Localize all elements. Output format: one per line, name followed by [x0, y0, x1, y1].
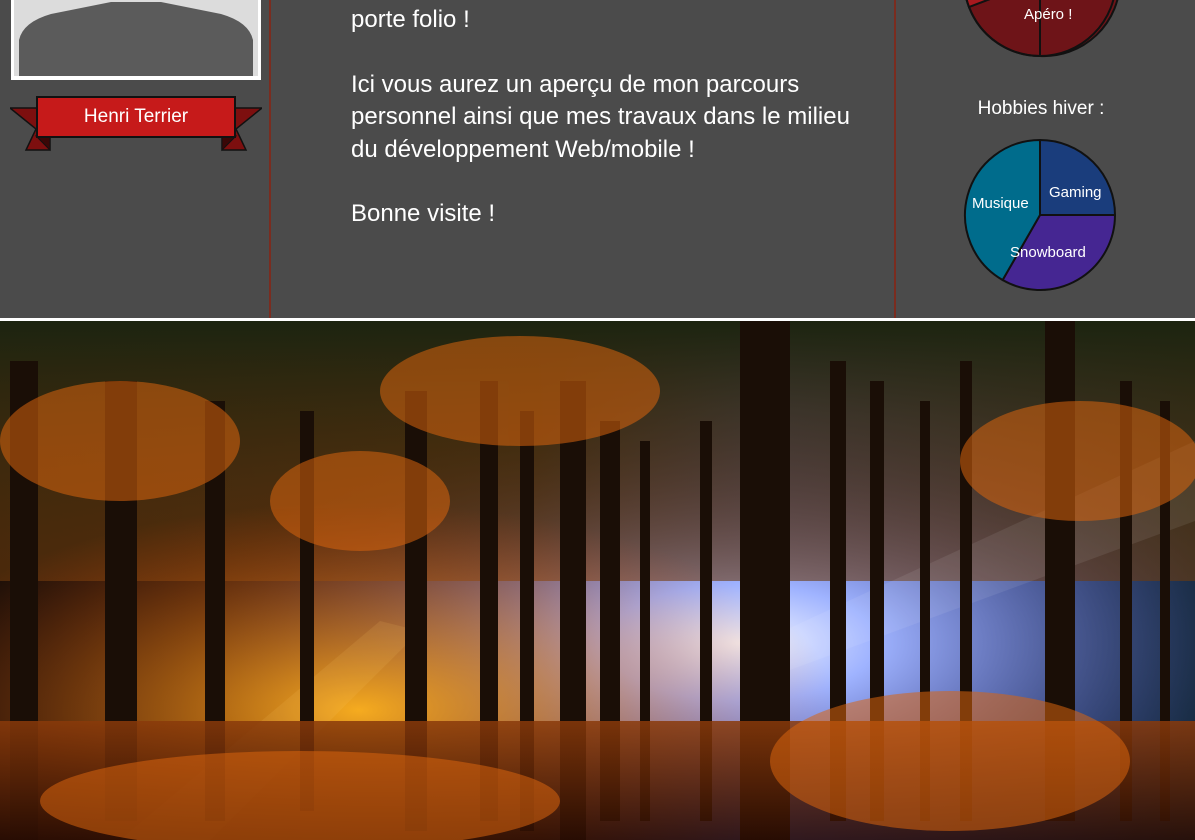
- profile-name: Henri Terrier: [83, 106, 189, 127]
- forest-background-image: [0, 321, 1195, 840]
- intro-column: porte folio ! Ici vous aurez un aperçu d…: [271, 0, 894, 318]
- avatar: [11, 0, 261, 80]
- pie-label-apero: Apéro !: [1024, 6, 1073, 23]
- pie-label-snowboard: Snowboard: [1010, 244, 1086, 261]
- hobbies-column: Apéro ! Hobbies hiver : Gaming Musique S…: [896, 0, 1195, 318]
- intro-closing: Bonne visite !: [351, 200, 496, 227]
- intro-text: porte folio ! Ici vous aurez un aperçu d…: [351, 4, 851, 231]
- intro-line-partial: porte folio !: [351, 6, 470, 33]
- pie-slice-gaming: [1039, 138, 1117, 216]
- intro-panel: Henri Terrier porte folio ! Ici vous aur…: [0, 0, 1195, 318]
- winter-hobbies-pie: [964, 138, 1117, 291]
- profile-column: Henri Terrier: [0, 0, 269, 318]
- pie-label-gaming: Gaming: [1049, 184, 1102, 201]
- pie-label-musique: Musique: [972, 195, 1029, 212]
- default-avatar-icon: [11, 0, 261, 80]
- winter-hobbies-title: Hobbies hiver :: [977, 98, 1105, 119]
- intro-paragraph: Ici vous aurez un aperçu de mon parcours…: [351, 70, 850, 163]
